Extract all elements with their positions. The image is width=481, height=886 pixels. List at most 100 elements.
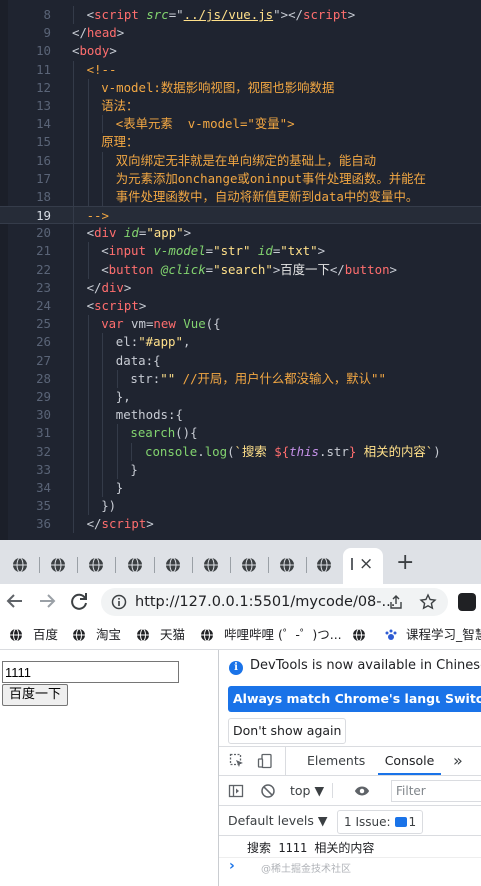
- code-text: 原理：: [101, 133, 138, 151]
- console-prompt-icon[interactable]: ›: [229, 858, 235, 874]
- indent-guide: [87, 406, 89, 425]
- filter-input[interactable]: Filter: [391, 780, 481, 802]
- code-line[interactable]: 27 data:{: [0, 351, 481, 370]
- sidebar-toggle-icon[interactable]: [228, 783, 244, 799]
- baidu-search-button[interactable]: 百度一下: [2, 684, 69, 706]
- inspect-element-icon[interactable]: [229, 753, 245, 769]
- switch-language-button[interactable]: Switch: [440, 686, 481, 712]
- code-token: script: [94, 298, 139, 313]
- site-info-icon[interactable]: [111, 594, 127, 610]
- browser-tab[interactable]: [2, 550, 40, 580]
- indent-guide: [73, 351, 74, 370]
- context-selector[interactable]: top ▼: [290, 783, 334, 798]
- code-token: str:: [130, 370, 161, 386]
- issues-button[interactable]: 1 Issue: 1: [337, 810, 424, 834]
- code-line[interactable]: 21 <input v-model="str" id="txt">: [0, 242, 481, 261]
- browser-tab[interactable]: [231, 550, 269, 580]
- code-line[interactable]: 8 <script src="../js/vue.js"></script>: [0, 6, 481, 25]
- browser-tab[interactable]: [306, 550, 344, 580]
- code-token: "txt": [280, 243, 318, 259]
- code-token: <: [101, 261, 109, 277]
- code-token: 百度一下: [280, 261, 330, 277]
- tab-elements[interactable]: Elements: [307, 747, 365, 775]
- indent-guide: [87, 497, 89, 516]
- url-text[interactable]: http://127.0.0.1:5501/mycode/08-...: [135, 588, 395, 616]
- device-toolbar-icon[interactable]: [257, 753, 273, 769]
- code-line[interactable]: 29},: [0, 387, 481, 407]
- browser-tab[interactable]: [40, 550, 78, 580]
- code-line[interactable]: 20 <div id="app">: [0, 224, 481, 243]
- browser-tab[interactable]: [193, 550, 231, 580]
- eye-icon[interactable]: [354, 783, 370, 799]
- code-token: v-model: [153, 243, 206, 259]
- code-line[interactable]: 26 el:"#app",: [0, 333, 481, 352]
- browser-tab[interactable]: [78, 550, 116, 580]
- indent-guide: [87, 351, 89, 370]
- search-input[interactable]: [2, 661, 179, 683]
- share-icon[interactable]: [388, 594, 404, 610]
- code-line[interactable]: 12 v-model:数据影响视图，视图也影响数据: [0, 78, 481, 97]
- line-number: 25: [36, 316, 51, 332]
- indent-guide: [116, 460, 118, 479]
- code-token: =: [205, 261, 214, 277]
- code-token: new: [153, 316, 176, 332]
- code-line[interactable]: 15 原理：: [0, 133, 481, 152]
- code-line[interactable]: 18 事件处理函数中，自动将新值更新到data中的变量中。: [0, 187, 481, 207]
- code-line[interactable]: 22 <button @click="search">百度一下</button>: [0, 260, 481, 279]
- indent-guide: [102, 478, 104, 498]
- code-token: div: [101, 279, 124, 295]
- code-token: data:{: [115, 352, 161, 368]
- globe-icon: [73, 628, 85, 642]
- dont-show-again-button[interactable]: Don't show again: [228, 718, 347, 744]
- code-line[interactable]: 32 console.log(`搜索 ${this.str} 相关的内容`): [0, 442, 481, 461]
- indent-guide: [87, 333, 89, 352]
- more-tabs-icon[interactable]: »: [453, 747, 463, 775]
- back-arrow-icon[interactable]: [4, 590, 26, 612]
- bookmark-star-icon[interactable]: [419, 593, 437, 611]
- indent-guide: [116, 442, 118, 461]
- code-token: 双向绑定无非就是在单向绑定的基础上，能自动: [115, 152, 376, 168]
- close-tab-icon[interactable]: ×: [359, 554, 373, 574]
- browser-tab[interactable]: [155, 550, 193, 580]
- default-levels-dropdown[interactable]: Default levels ▼: [228, 813, 327, 828]
- indent-guide: [87, 260, 89, 279]
- line-number: 26: [36, 334, 51, 350]
- code-line[interactable]: 9 </head>: [0, 24, 481, 42]
- code-line[interactable]: 36 </script>: [0, 515, 481, 534]
- code-line[interactable]: 16 双向绑定无非就是在单向绑定的基础上，能自动: [0, 151, 481, 170]
- code-line[interactable]: 35}): [0, 497, 481, 516]
- new-tab-button[interactable]: +: [396, 552, 414, 574]
- line-number: 13: [36, 97, 51, 113]
- forward-arrow-icon[interactable]: [36, 590, 58, 612]
- address-bar[interactable]: http://127.0.0.1:5501/mycode/08-...: [101, 588, 448, 616]
- bookmark-label: 天猫: [160, 627, 186, 642]
- code-line[interactable]: 10 <body>: [0, 42, 481, 60]
- code-line[interactable]: 23 </div>: [0, 278, 481, 297]
- globe-icon: [204, 557, 218, 573]
- code-line[interactable]: 25 var vm=new Vue({: [0, 315, 481, 334]
- code-line[interactable]: 13 语法：: [0, 96, 481, 116]
- code-text: str:"" //开局，用户什么都没输入，默认"": [130, 370, 386, 388]
- code-line[interactable]: 28 str:"" //开局，用户什么都没输入，默认"": [0, 369, 481, 388]
- tab-active[interactable]: ×: [343, 548, 383, 584]
- code-token: </: [72, 25, 87, 41]
- code-line[interactable]: 31 search(){: [0, 424, 481, 443]
- tab-console[interactable]: Console: [378, 747, 441, 775]
- code-line[interactable]: 14 <表单元素 v-model="变量">: [0, 115, 481, 134]
- code-text: </script>: [87, 515, 154, 533]
- reload-icon[interactable]: [68, 590, 90, 612]
- code-line[interactable]: 24 <script>: [0, 297, 481, 316]
- code-line[interactable]: 33}: [0, 460, 481, 479]
- browser-tab[interactable]: [269, 550, 307, 580]
- extension-icon[interactable]: [458, 593, 476, 611]
- code-line[interactable]: 30 methods:{: [0, 406, 481, 425]
- browser-tab[interactable]: [117, 550, 155, 580]
- match-language-button[interactable]: Always match Chrome's language: [228, 686, 475, 712]
- code-line[interactable]: 34}: [0, 478, 481, 498]
- code-editor[interactable]: 8 <script src="../js/vue.js"></script> 9 </…: [0, 0, 481, 540]
- code-line[interactable]: 19 -->: [0, 206, 481, 226]
- code-line[interactable]: 11 <!--: [0, 60, 481, 79]
- clear-console-icon[interactable]: [260, 783, 276, 799]
- code-line[interactable]: 17 为元素添加onchange或oninput事件处理函数。并能在: [0, 169, 481, 188]
